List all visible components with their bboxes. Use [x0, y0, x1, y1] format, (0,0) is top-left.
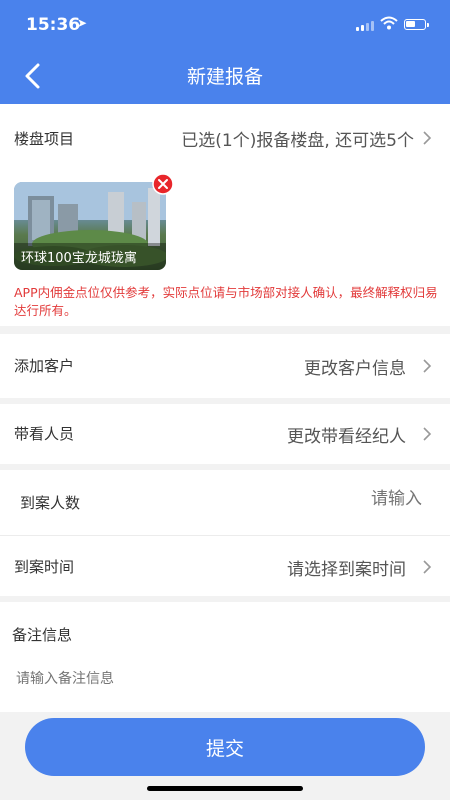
remark-section: 备注信息: [0, 602, 450, 712]
chevron-right-icon: [423, 427, 432, 441]
chevron-right-icon: [423, 560, 432, 574]
companion-label: 带看人员: [14, 425, 75, 443]
submit-button[interactable]: 提交: [25, 718, 425, 776]
companion-row[interactable]: 带看人员 更改带看经纪人: [0, 404, 450, 464]
remove-project-icon[interactable]: [152, 173, 174, 195]
project-label: 楼盘项目: [14, 130, 75, 148]
project-row[interactable]: 楼盘项目 已选(1个)报备楼盘, 还可选5个: [0, 104, 450, 172]
visit-info-section: 到案人数 到案时间 请选择到案时间: [0, 470, 450, 596]
project-card-name: 环球100宝龙城珑寓: [14, 243, 166, 270]
selected-project-card[interactable]: 环球100宝龙城珑寓: [14, 182, 166, 270]
visitor-count-label: 到案人数: [20, 494, 81, 512]
chevron-right-icon: [423, 131, 432, 145]
commission-notice: APP内佣金点位仅供参考，实际点位请与市场部对接人确认，最终解释权归易达行所有。: [14, 285, 438, 318]
visit-time-row[interactable]: 到案时间 请选择到案时间: [0, 536, 450, 596]
chevron-right-icon: [423, 359, 432, 373]
status-time: 15:36: [26, 15, 81, 35]
visit-time-label: 到案时间: [14, 558, 75, 576]
location-icon: ➤: [77, 16, 88, 30]
visit-time-value: 请选择到案时间: [287, 560, 406, 580]
project-value: 已选(1个)报备楼盘, 还可选5个: [181, 131, 414, 151]
companion-value: 更改带看经纪人: [287, 427, 406, 447]
remark-label: 备注信息: [12, 626, 73, 644]
app-header: 15:36 ➤ 新建报备: [0, 0, 450, 104]
wifi-icon: [380, 16, 398, 30]
status-bar: 15:36 ➤: [0, 0, 450, 52]
customer-row[interactable]: 添加客户 更改客户信息: [0, 334, 450, 398]
page-title: 新建报备: [186, 66, 263, 88]
battery-icon: [404, 19, 429, 30]
visitor-count-input[interactable]: [260, 488, 424, 510]
remark-input[interactable]: [14, 670, 438, 688]
signal-icon: [356, 21, 374, 31]
customer-label: 添加客户: [14, 357, 75, 375]
customer-value: 更改客户信息: [304, 359, 406, 379]
home-indicator: [147, 786, 303, 791]
